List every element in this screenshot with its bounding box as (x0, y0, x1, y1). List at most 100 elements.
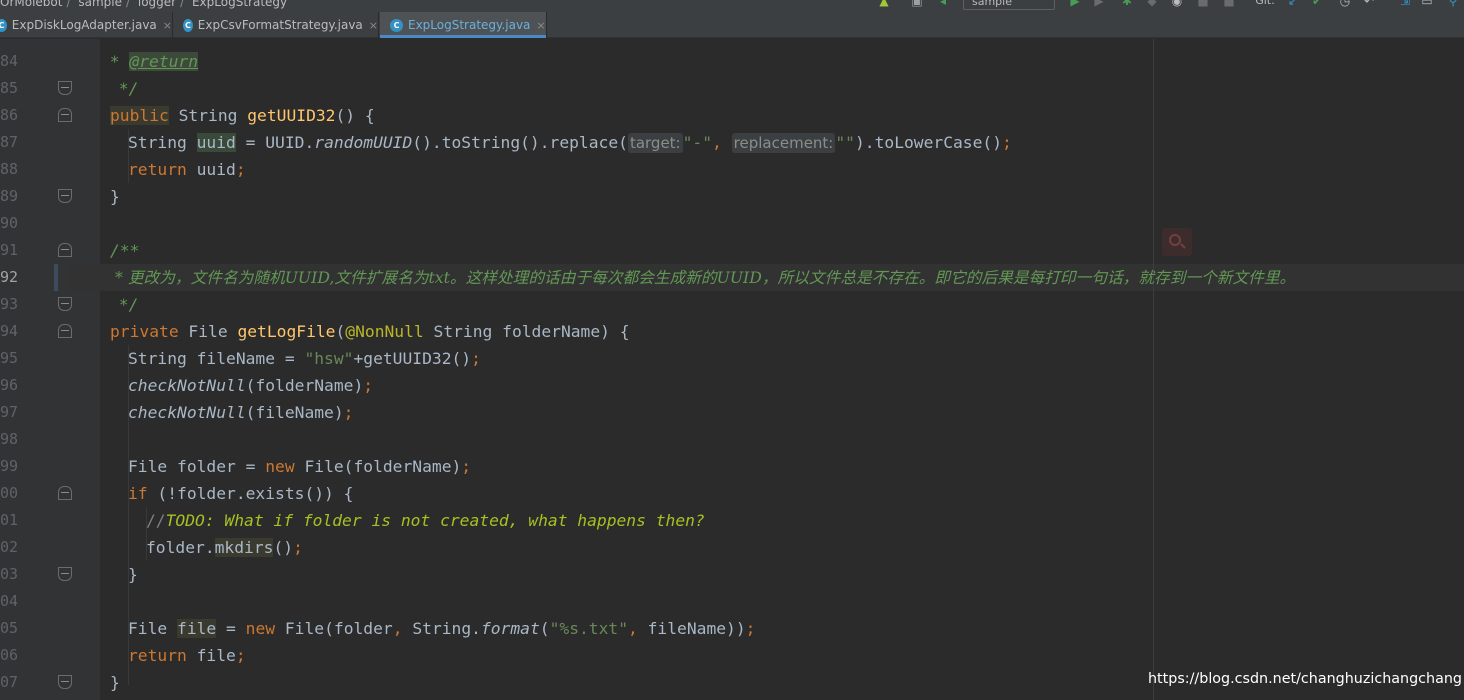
fold-start-icon[interactable] (58, 243, 72, 257)
line-number: 99 (0, 457, 19, 475)
code-line-84[interactable]: * @return (100, 48, 199, 75)
fold-end-icon[interactable] (58, 81, 72, 95)
android-icon[interactable]: ▲ (877, 0, 891, 8)
breadcrumb-item-module[interactable]: sample (78, 0, 122, 9)
variable-highlight: file (177, 619, 217, 638)
close-tab-icon[interactable]: × (163, 19, 172, 32)
breadcrumb-item-project[interactable]: OrMoiebot (0, 0, 62, 9)
fold-end-icon[interactable] (58, 675, 72, 689)
attach-debugger-icon[interactable]: ◆ (1145, 0, 1159, 8)
line-number: 89 (0, 187, 19, 205)
tab-exp-disk-log-adapter[interactable]: C ExpDiskLogAdapter.java × (0, 12, 173, 38)
vcs-rollback-icon[interactable]: ↶ (1362, 0, 1376, 8)
fold-end-icon[interactable] (58, 567, 72, 581)
code-text: ( (539, 619, 550, 638)
editor-gutter[interactable]: 84 85 86 87 88 89 90 91 92 93 94 95 96 9… (0, 39, 100, 700)
main-toolbar: OrMoiebot / sample / logger / ExpLogStrateg… (0, 0, 1464, 12)
line-number: 87 (0, 133, 19, 151)
line-number: 03 (0, 565, 19, 583)
line-number: 07 (0, 673, 19, 691)
string-literal: "-" (682, 133, 713, 152)
fold-start-icon[interactable] (58, 486, 72, 500)
code-text: () { (335, 106, 375, 125)
tab-label: ExpCsvFormatStrategy.java (197, 18, 363, 32)
fold-end-icon[interactable] (58, 297, 72, 311)
debug-icon[interactable]: ✱ (1120, 0, 1134, 8)
code-line-106[interactable]: return file; (128, 642, 246, 669)
code-line-94[interactable]: private File getLogFile(@NonNull String … (110, 318, 630, 345)
breadcrumb-item-class[interactable]: ExpLogStrategy (192, 0, 287, 9)
code-line-86[interactable]: public String getUUID32() { (110, 102, 375, 129)
breadcrumb-separator: / (180, 0, 185, 9)
search-everywhere-icon[interactable]: ⚲ (1446, 0, 1460, 8)
code-text: (folderName) (245, 376, 364, 395)
profile-icon[interactable]: ◉ (1170, 0, 1184, 8)
code-line-102[interactable]: folder.mkdirs(); (146, 534, 303, 561)
keyword: new (265, 457, 295, 476)
code-line-97[interactable]: checkNotNull(fileName); (128, 399, 353, 426)
avd-manager-icon[interactable]: ▭ (1420, 0, 1434, 8)
code-text: File(folderName) (294, 457, 462, 476)
stop-icon[interactable]: ■ (1196, 0, 1210, 8)
close-tab-icon[interactable]: × (536, 19, 545, 32)
breadcrumb-separator: / (125, 0, 131, 9)
code-text: (fileName) (245, 403, 344, 422)
parameter-hint: replacement: (731, 133, 836, 153)
close-tab-icon[interactable]: × (369, 19, 378, 32)
java-class-icon: C (390, 18, 403, 32)
code-line-105[interactable]: File file = new File(folder, String.form… (128, 615, 755, 642)
tab-exp-csv-format-strategy[interactable]: C ExpCsvFormatStrategy.java × (173, 12, 379, 38)
tab-label: ExpDiskLogAdapter.java (11, 18, 157, 32)
code-line-95[interactable]: String fileName = "hsw"+getUUID32(); (128, 345, 481, 372)
code-line-103[interactable]: } (128, 561, 138, 588)
back-arrow-icon[interactable]: ◂ (936, 0, 950, 8)
keyword: if (128, 484, 148, 503)
fold-start-icon[interactable] (58, 324, 72, 338)
code-text: fileName)) (637, 619, 746, 638)
code-line-96[interactable]: checkNotNull(folderName); (128, 372, 373, 399)
line-number: 96 (0, 376, 19, 394)
code-line-93[interactable]: */ (109, 291, 139, 318)
fold-start-icon[interactable] (58, 108, 72, 122)
code-text: String fileName = (128, 349, 305, 368)
todo-comment: TODO: What if folder is not created, wha… (165, 511, 705, 530)
code-editor[interactable]: * @return */ public String getUUID32() {… (68, 39, 1464, 700)
tab-exp-log-strategy[interactable]: C ExpLogStrategy.java × (380, 12, 547, 38)
line-number: 88 (0, 160, 19, 178)
code-line-87[interactable]: String uuid = UUID.randomUUID().toString… (128, 129, 1012, 156)
line-number: 04 (0, 592, 19, 610)
code-line-100[interactable]: if (!folder.exists()) { (128, 480, 353, 507)
run-configuration-select[interactable]: sample (963, 0, 1055, 10)
code-line-99[interactable]: File folder = new File(folderName); (128, 453, 471, 480)
sync-icon[interactable]: ■ (1222, 0, 1236, 8)
line-number: 98 (0, 430, 19, 448)
line-number: 86 (0, 106, 19, 124)
breadcrumb-separator: / (66, 0, 71, 9)
line-number: 06 (0, 646, 19, 664)
code-text: uuid (186, 160, 236, 179)
semicolon: ; (343, 403, 354, 422)
code-line-89[interactable]: } (110, 183, 120, 210)
code-line-91[interactable]: /** (110, 237, 139, 264)
code-line-107[interactable]: } (110, 669, 120, 696)
semicolon: ; (745, 619, 756, 638)
run-icon[interactable]: ▶ (1068, 0, 1082, 8)
code-line-92[interactable]: * 更改为，文件名为随机UUID,文件扩展名为txt。这样处理的话由于每次都会生… (110, 264, 1295, 291)
vcs-history-icon[interactable]: ◷ (1338, 0, 1352, 8)
fold-end-icon[interactable] (58, 189, 72, 203)
code-text: String (128, 133, 197, 152)
breadcrumb-item-package[interactable]: logger (138, 0, 176, 9)
code-line-85[interactable]: */ (109, 75, 139, 102)
floating-search-icon[interactable] (1162, 228, 1192, 256)
code-line-88[interactable]: return uuid; (128, 156, 246, 183)
java-class-icon: C (0, 18, 7, 32)
make-project-icon[interactable]: ▣ (910, 0, 924, 8)
apply-changes-icon[interactable]: ▶ (1092, 0, 1106, 8)
watermark-url: https://blog.csdn.net/changhuzichangchan… (1148, 671, 1462, 687)
vcs-commit-icon[interactable]: ✔ (1310, 0, 1324, 8)
code-line-101[interactable]: //TODO: What if folder is not created, w… (146, 507, 705, 534)
vcs-update-icon[interactable]: ↙ (1286, 0, 1300, 8)
line-number: 01 (0, 511, 19, 529)
line-number: 00 (0, 484, 19, 502)
sdk-manager-icon[interactable]: ⇲ (1398, 0, 1412, 8)
